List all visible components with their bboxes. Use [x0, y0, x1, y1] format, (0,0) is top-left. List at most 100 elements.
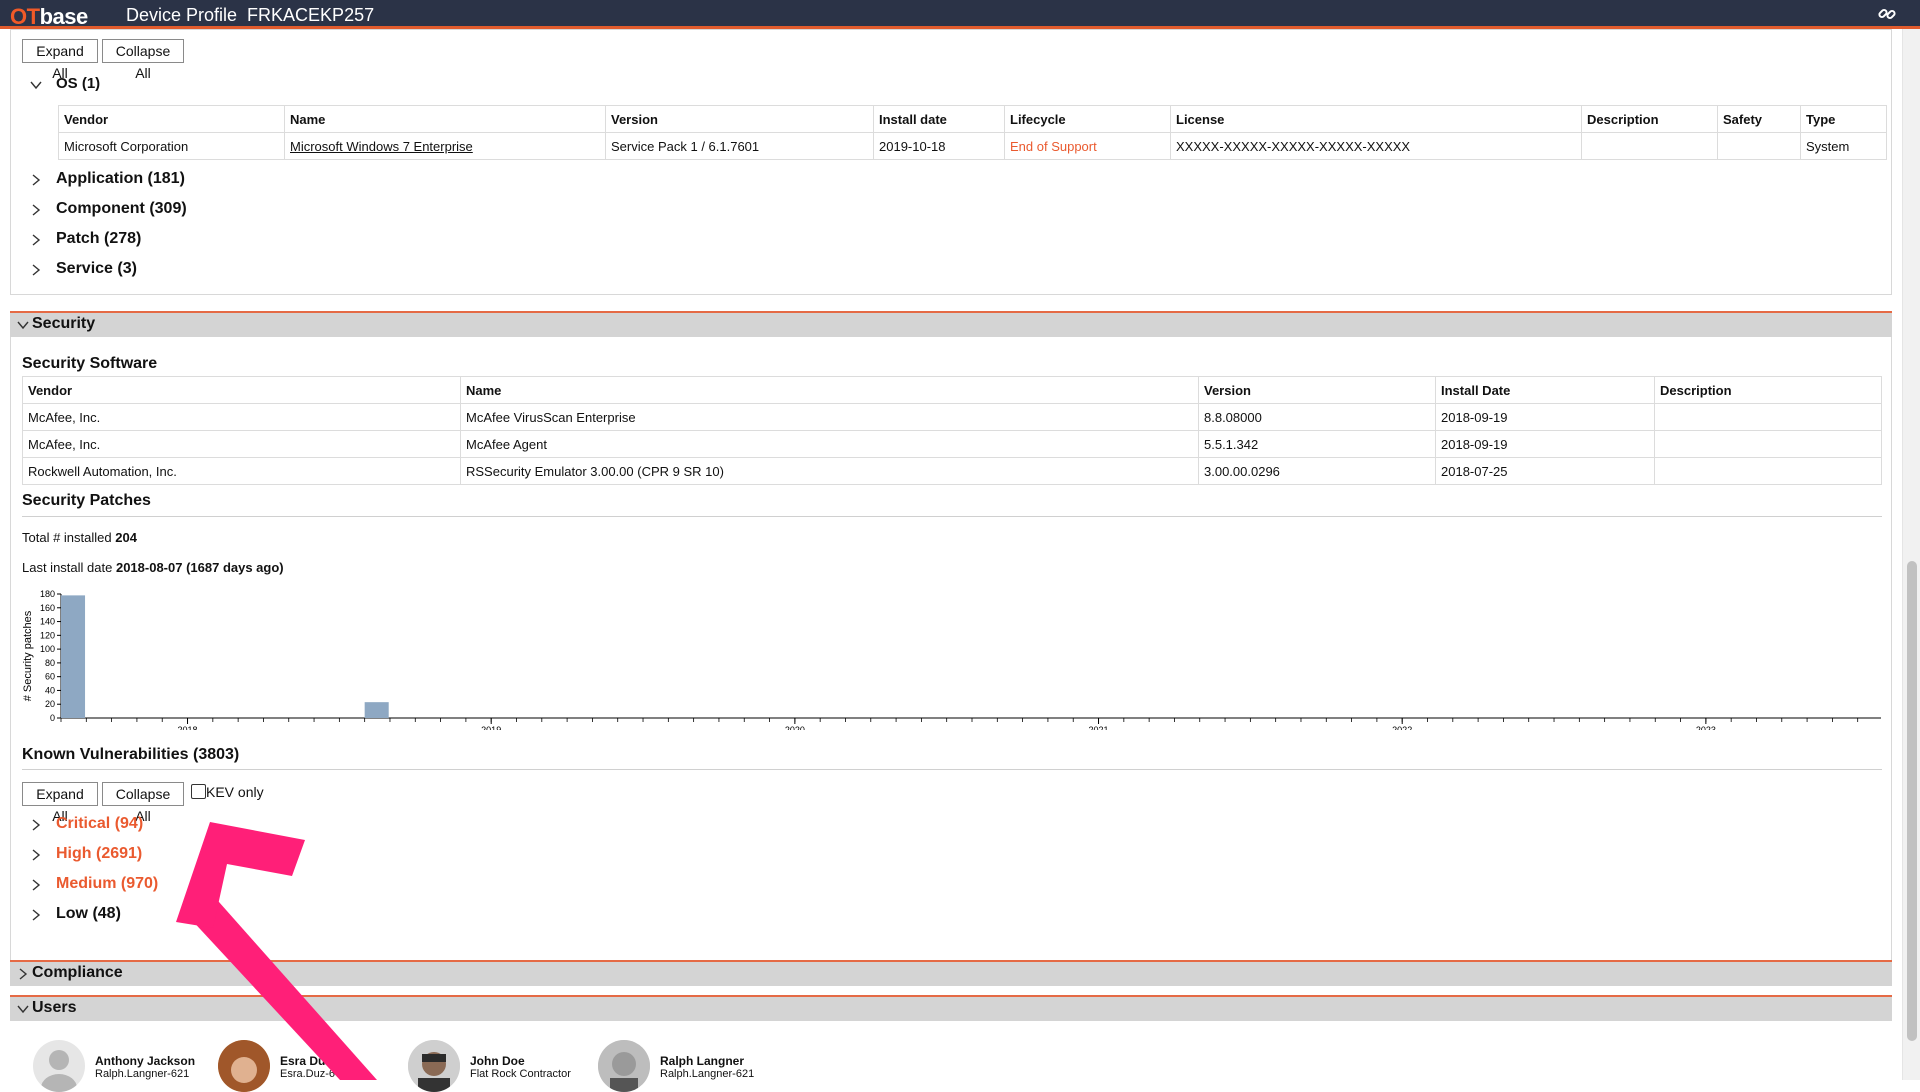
- cell-vendor: Rockwell Automation, Inc.: [22, 457, 461, 485]
- chevron-right-icon[interactable]: [29, 818, 43, 832]
- scrollbar-thumb[interactable]: [1907, 561, 1917, 1041]
- cell-install-date: 2019-10-18: [873, 132, 1005, 160]
- column-header[interactable]: Name: [284, 105, 606, 133]
- chevron-down-icon[interactable]: [29, 78, 43, 92]
- user-name: Ralph Langner: [660, 1054, 745, 1068]
- table-header-row: Vendor Name Version Install date Lifecyc…: [58, 105, 1887, 133]
- security-panel: Security Software Vendor Name Version In…: [10, 337, 1892, 973]
- y-tick-label: 100: [40, 644, 55, 654]
- software-expand-all-button[interactable]: Expand All: [22, 39, 98, 81]
- cell-version: 5.5.1.342: [1198, 430, 1436, 458]
- security-section-header[interactable]: Security: [10, 311, 1892, 337]
- vuln-low[interactable]: Low (48): [56, 905, 121, 923]
- x-tick-label: 2019: [481, 725, 501, 730]
- user-name: John Doe: [470, 1054, 525, 1068]
- user-name: Anthony Jackson: [95, 1054, 196, 1068]
- column-header[interactable]: Version: [605, 105, 874, 133]
- tree-node-application[interactable]: Application (181): [56, 170, 185, 188]
- vuln-collapse-all-button[interactable]: Collapse All: [102, 782, 184, 824]
- user-name: Esra Duz: [280, 1054, 332, 1068]
- y-tick-label: 80: [45, 658, 55, 668]
- cell-vendor: McAfee, Inc.: [22, 430, 461, 458]
- chevron-right-icon[interactable]: [29, 233, 43, 247]
- vuln-medium[interactable]: Medium (970): [56, 875, 158, 893]
- column-header[interactable]: Install Date: [1435, 376, 1655, 404]
- y-tick-label: 0: [50, 713, 55, 723]
- chevron-right-icon[interactable]: [29, 173, 43, 187]
- total-installed-label: Total # installed: [22, 530, 112, 545]
- vuln-high[interactable]: High (2691): [56, 845, 142, 863]
- table-row[interactable]: Rockwell Automation, Inc. RSSecurity Emu…: [22, 457, 1882, 485]
- cell-license: XXXXX-XXXXX-XXXXX-XXXXX-XXXXX: [1170, 132, 1582, 160]
- cell-name: RSSecurity Emulator 3.00.00 (CPR 9 SR 10…: [460, 457, 1199, 485]
- column-header[interactable]: Vendor: [22, 376, 461, 404]
- chevron-down-icon: [17, 321, 29, 330]
- kev-only-toggle[interactable]: KEV only: [191, 784, 264, 800]
- chart-bars: [61, 595, 389, 718]
- chevron-right-icon[interactable]: [29, 908, 43, 922]
- column-header[interactable]: Description: [1581, 105, 1718, 133]
- cell-version: 3.00.00.0296: [1198, 457, 1436, 485]
- cell-version: 8.8.08000: [1198, 403, 1436, 431]
- column-header[interactable]: Version: [1198, 376, 1436, 404]
- table-row[interactable]: McAfee, Inc. McAfee Agent 5.5.1.342 2018…: [22, 430, 1882, 458]
- divider: [22, 769, 1882, 770]
- y-tick-label: 20: [45, 699, 55, 709]
- total-installed: Total # installed 204: [22, 530, 137, 545]
- tree-node-component[interactable]: Component (309): [56, 200, 187, 218]
- software-collapse-all-button[interactable]: Collapse All: [102, 39, 184, 81]
- cell-name: McAfee Agent: [460, 430, 1199, 458]
- cell-description: [1654, 403, 1882, 431]
- cell-safety: [1717, 132, 1801, 160]
- users-section-header[interactable]: Users: [10, 995, 1892, 1021]
- column-header[interactable]: Type: [1800, 105, 1887, 133]
- vertical-scrollbar[interactable]: [1902, 29, 1920, 1080]
- chart-axes: 0 20 40 60 80 100 120 140 160 180 # Security patch…: [22, 589, 1881, 730]
- security-patches-chart: 0 20 40 60 80 100 120 140 160 180 # Security patch…: [22, 589, 1881, 730]
- logo-ot: OT: [10, 4, 40, 29]
- otbase-logo[interactable]: OTbase: [10, 4, 88, 30]
- section-title: Compliance: [32, 964, 123, 981]
- tree-node-service[interactable]: Service (3): [56, 260, 137, 278]
- column-header[interactable]: Lifecycle: [1004, 105, 1171, 133]
- tree-node-patch[interactable]: Patch (278): [56, 230, 141, 248]
- link-icon[interactable]: [1878, 5, 1896, 23]
- y-tick-label: 160: [40, 603, 55, 613]
- cell-description: [1654, 430, 1882, 458]
- compliance-section-header[interactable]: Compliance: [10, 960, 1892, 986]
- column-header[interactable]: Name: [460, 376, 1199, 404]
- chevron-right-icon[interactable]: [29, 263, 43, 277]
- user-subtitle: Esra.Duz-671: [280, 1068, 348, 1080]
- tree-node-os[interactable]: OS (1): [56, 75, 100, 92]
- table-row[interactable]: McAfee, Inc. McAfee VirusScan Enterprise…: [22, 403, 1882, 431]
- column-header[interactable]: Safety: [1717, 105, 1801, 133]
- y-tick-label: 40: [45, 685, 55, 695]
- column-header[interactable]: Vendor: [58, 105, 285, 133]
- y-tick-label: 60: [45, 672, 55, 682]
- cell-vendor: McAfee, Inc.: [22, 403, 461, 431]
- kev-only-checkbox[interactable]: [191, 784, 206, 799]
- x-tick-label: 2020: [785, 725, 805, 730]
- security-patches-heading: Security Patches: [22, 492, 151, 509]
- section-title: Security: [32, 315, 96, 332]
- last-install-date: Last install date 2018-08-07 (1687 days …: [22, 560, 284, 575]
- column-header[interactable]: Install date: [873, 105, 1005, 133]
- known-vulnerabilities-heading: Known Vulnerabilities (3803): [22, 746, 240, 763]
- chevron-right-icon[interactable]: [29, 203, 43, 217]
- cell-description: [1581, 132, 1718, 160]
- cell-lifecycle: End of Support: [1004, 132, 1171, 160]
- column-header[interactable]: License: [1170, 105, 1582, 133]
- cell-description: [1654, 457, 1882, 485]
- column-header[interactable]: Description: [1654, 376, 1882, 404]
- vuln-expand-all-button[interactable]: Expand All: [22, 782, 98, 824]
- content-area: Expand All Collapse All OS (1) Vendor Na…: [0, 29, 1902, 1080]
- table-row[interactable]: Microsoft Corporation Microsoft Windows …: [58, 132, 1887, 160]
- avatar: [408, 1040, 460, 1092]
- vuln-critical[interactable]: Critical (94): [56, 815, 143, 833]
- page-title: Device Profile FRKACEKP257: [126, 5, 375, 25]
- cell-name-link[interactable]: Microsoft Windows 7 Enterprise: [284, 132, 606, 160]
- user-subtitle: Flat Rock Contractor: [470, 1068, 571, 1080]
- kev-only-label: KEV only: [206, 784, 264, 800]
- chevron-right-icon[interactable]: [29, 848, 43, 862]
- chevron-right-icon[interactable]: [29, 878, 43, 892]
